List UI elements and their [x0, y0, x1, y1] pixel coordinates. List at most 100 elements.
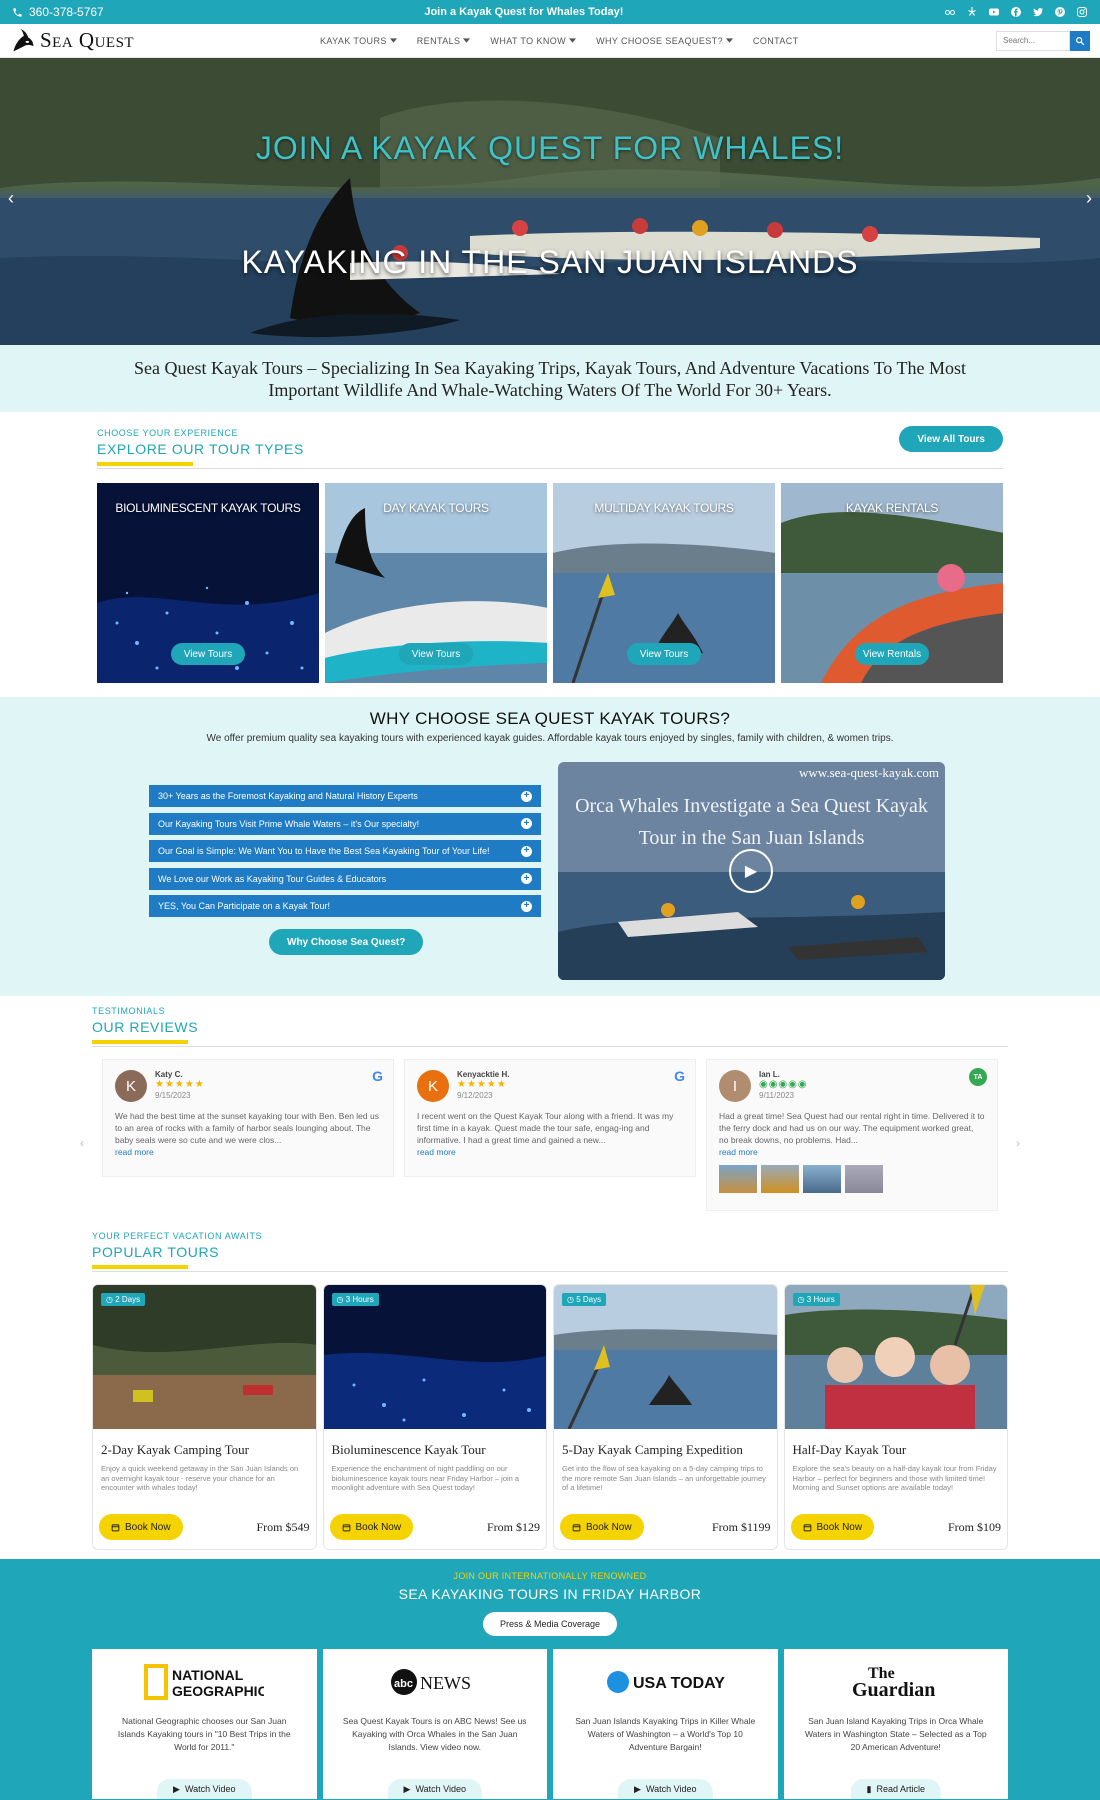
tour-card[interactable]: ◷ 3 Hours Bioluminescence Kayak Tour Exp…	[322, 1284, 547, 1550]
watch-video-button[interactable]: ▶ Watch Video	[618, 1779, 713, 1799]
nav-item-what-to-know[interactable]: WHAT TO KNOW	[490, 35, 577, 46]
view-tours-button[interactable]: View Tours	[627, 643, 701, 665]
instagram-icon[interactable]	[1076, 6, 1088, 18]
tour-types-section: CHOOSE YOUR EXPERIENCE EXPLORE OUR TOUR …	[0, 412, 1100, 697]
nav-item-label: WHAT TO KNOW	[490, 35, 567, 46]
phone-icon	[13, 7, 22, 17]
site-logo[interactable]: Sea Quest	[10, 27, 210, 55]
calendar-icon	[803, 1523, 811, 1531]
book-icon: ▮	[866, 1783, 872, 1794]
duration-badge: ◷ 2 Days	[101, 1293, 146, 1306]
section-title: SEA KAYAKING TOURS IN FRIDAY HARBOR	[398, 1586, 702, 1602]
slider-prev-icon[interactable]: ‹	[8, 188, 14, 209]
press-card: USA TODAY San Juan Islands Kayaking Trip…	[553, 1649, 778, 1799]
tour-name: 2-Day Kayak Camping Tour	[101, 1442, 249, 1457]
logo-text: Sea Quest	[40, 28, 135, 52]
reviews-prev-icon[interactable]: ‹	[80, 1136, 84, 1150]
tripadvisor-icon[interactable]	[944, 6, 956, 18]
press-media-button[interactable]: Press & Media Coverage	[482, 1612, 618, 1636]
review-photo[interactable]	[719, 1165, 757, 1193]
youtube-icon[interactable]	[988, 6, 1000, 18]
nav-item-rentals[interactable]: RENTALS	[417, 36, 471, 46]
review-text: We had the best time at the sunset kayak…	[115, 1111, 379, 1145]
action-label: Read Article	[876, 1784, 925, 1794]
view-tours-button[interactable]: View Tours	[399, 643, 473, 665]
book-now-label: Book Now	[586, 1521, 632, 1533]
tour-card[interactable]: ◷ 5 Days 5-Day Kayak Camping Expedition …	[553, 1284, 778, 1550]
view-tours-button[interactable]: View Tours	[171, 643, 245, 665]
book-now-button[interactable]: Book Now	[99, 1514, 183, 1540]
svg-text:NEWS: NEWS	[420, 1673, 471, 1693]
main-nav: Sea Quest KAYAK TOURS RENTALS WHAT TO KN…	[0, 24, 1100, 58]
review-photo[interactable]	[803, 1165, 841, 1193]
reviews-next-icon[interactable]: ›	[1016, 1136, 1020, 1150]
view-rentals-button[interactable]: View Rentals	[855, 643, 929, 665]
accordion-item[interactable]: 30+ Years as the Foremost Kayaking and N…	[149, 785, 541, 807]
search-button[interactable]	[1070, 30, 1090, 51]
accordion-item[interactable]: Our Goal is Simple: We Want You to Have …	[149, 840, 541, 862]
why-choose-button[interactable]: Why Choose Sea Quest?	[269, 929, 424, 955]
tour-name: Half-Day Kayak Tour	[792, 1442, 907, 1457]
plus-icon: +	[521, 873, 532, 884]
tour-card[interactable]: ◷ 3 Hours Half-Day Kayak Tour Explore th…	[783, 1284, 1008, 1550]
press-card: abc NEWS Sea Quest Kayak Tours is on ABC …	[322, 1649, 547, 1799]
tour-type-card-bioluminescent[interactable]: BIOLUMINESCENT KAYAK TOURS View Tours	[97, 483, 319, 683]
book-now-button[interactable]: Book Now	[790, 1514, 875, 1540]
national-geographic-logo: NATIONAL GEOGRAPHIC	[92, 1649, 317, 1715]
book-now-button[interactable]: Book Now	[560, 1514, 644, 1540]
accordion-item[interactable]: Our Kayaking Tours Visit Prime Whale Wat…	[149, 812, 541, 835]
watch-video-button[interactable]: ▶ Watch Video	[387, 1779, 482, 1799]
divider	[92, 1046, 1008, 1047]
twitter-icon[interactable]	[1032, 6, 1044, 18]
review-date: 9/11/2023	[759, 1091, 794, 1100]
press-card: The Guardian San Juan Island Kayaking Tri…	[783, 1649, 1008, 1799]
book-now-button[interactable]: Book Now	[329, 1514, 414, 1540]
accordion-item[interactable]: YES, You Can Participate on a Kayak Tour…	[149, 895, 541, 917]
plus-icon: +	[521, 845, 532, 857]
section-eyebrow: JOIN OUR INTERNATIONALLY RENOWNED	[453, 1571, 647, 1581]
tour-type-card-rentals[interactable]: KAYAK RENTALS View Rentals	[781, 483, 1003, 683]
star-rating: ★★★★★	[155, 1079, 205, 1090]
review-photo[interactable]	[761, 1165, 799, 1193]
phone-link[interactable]: 360-378-5767	[12, 5, 104, 19]
tour-price: From $109	[947, 1519, 1001, 1534]
tour-type-card-day[interactable]: DAY KAYAK TOURS View Tours	[325, 483, 547, 683]
watch-video-button[interactable]: ▶ Watch Video	[157, 1779, 252, 1799]
accordion-item[interactable]: We Love our Work as Kayaking Tour Guides…	[149, 867, 541, 890]
read-article-button[interactable]: ▮ Read Article	[850, 1779, 941, 1799]
nav-item-label: WHY CHOOSE SEAQUEST?	[596, 35, 723, 46]
why-choose-section: WHY CHOOSE SEA QUEST KAYAK TOURS? We off…	[0, 697, 1100, 996]
video-player[interactable]: www.sea-quest-kayak.com Orca Whales Inve…	[558, 762, 945, 980]
read-more-link[interactable]: read more	[417, 1147, 683, 1157]
section-eyebrow: TESTIMONIALS	[92, 1006, 166, 1016]
review-card: I Ian L. ◉◉◉◉◉ 9/11/2023 TA Had a great …	[706, 1059, 998, 1211]
divider	[92, 1271, 1008, 1272]
book-now-label: Book Now	[816, 1521, 863, 1533]
press-card: NATIONAL GEOGRAPHIC National Geographic c…	[92, 1649, 317, 1799]
pinterest-icon[interactable]	[1054, 6, 1066, 18]
tour-name: 5-Day Kayak Camping Expedition	[562, 1442, 743, 1457]
reviewer-name: Kenyacktie H.	[457, 1070, 510, 1079]
slider-next-icon[interactable]: ›	[1086, 188, 1092, 209]
read-more-link[interactable]: read more	[719, 1147, 985, 1157]
facebook-icon[interactable]	[1010, 6, 1022, 18]
play-icon[interactable]: ▶	[729, 849, 773, 893]
read-more-link[interactable]: read more	[115, 1147, 381, 1157]
nav-item-kayak-tours[interactable]: KAYAK TOURS	[320, 36, 397, 46]
review-card: K Katy C. ★★★★★ 9/15/2023 G We had the b…	[102, 1059, 394, 1177]
yelp-icon[interactable]	[966, 6, 978, 18]
tour-card[interactable]: ◷ 2 Days 2-Day Kayak Camping Tour Enjoy …	[92, 1284, 317, 1550]
search-input[interactable]	[996, 30, 1070, 51]
hero-slider: JOIN A KAYAK QUEST FOR WHALES! KAYAKING …	[0, 58, 1100, 345]
orca-logo-icon	[13, 28, 34, 51]
nav-menu: KAYAK TOURS RENTALS WHAT TO KNOW WHY CHO…	[320, 36, 799, 46]
nav-item-why-choose[interactable]: WHY CHOOSE SEAQUEST?	[596, 36, 733, 46]
tour-type-card-multiday[interactable]: MULTIDAY KAYAK TOURS View Tours	[553, 483, 775, 683]
duration-badge: ◷ 3 Hours	[331, 1293, 379, 1306]
review-text: I recent went on the Quest Kayak Tour al…	[417, 1111, 674, 1145]
plus-icon: +	[521, 818, 532, 829]
nav-item-contact[interactable]: CONTACT	[753, 36, 799, 46]
action-label: Watch Video	[184, 1784, 236, 1794]
view-all-tours-button[interactable]: View All Tours	[899, 426, 1003, 452]
review-photo[interactable]	[845, 1165, 883, 1193]
